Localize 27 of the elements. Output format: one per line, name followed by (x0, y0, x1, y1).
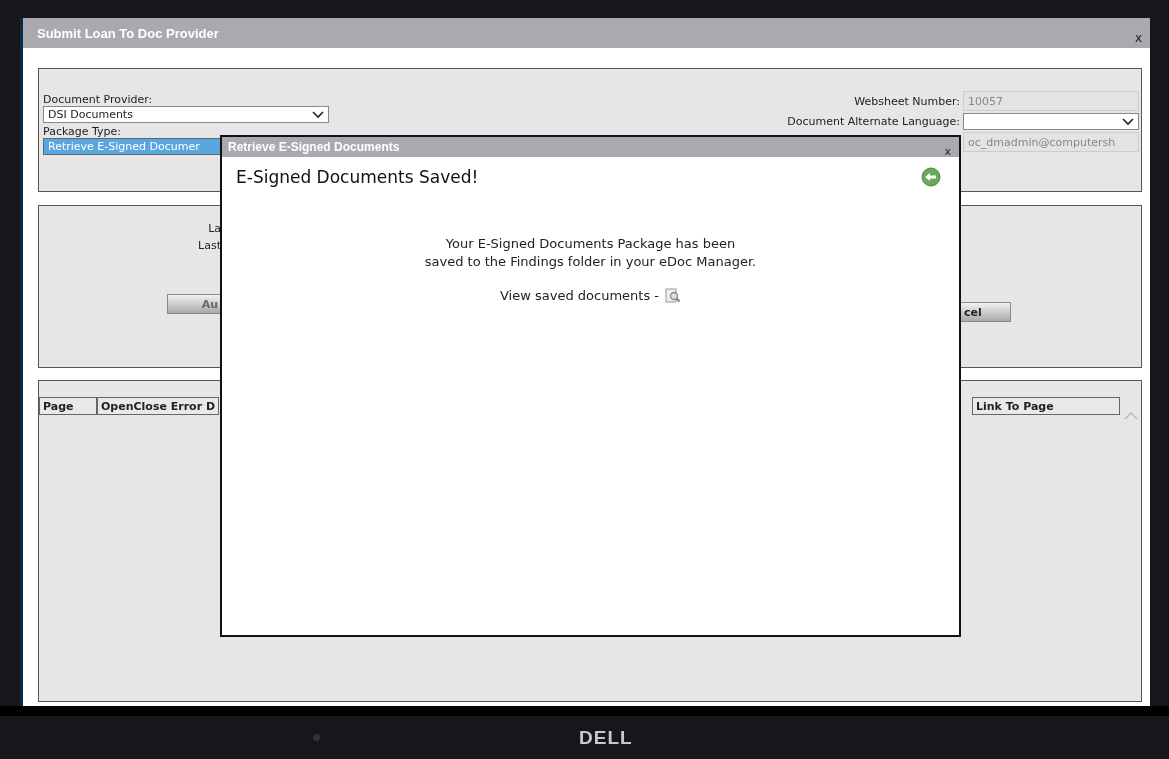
column-header: Link To Page (972, 397, 1120, 415)
column-header: Page (39, 397, 97, 415)
email-field: oc_dmadmin@computersh (963, 132, 1139, 152)
chevron-down-icon (312, 110, 324, 119)
status-label: La (208, 222, 221, 235)
message-text: Your E-Signed Documents Package has been (445, 235, 736, 253)
view-documents-text: View saved documents - (500, 287, 659, 305)
close-button[interactable]: x (944, 144, 951, 158)
chevron-down-icon (1122, 117, 1134, 126)
language-dropdown[interactable] (963, 113, 1139, 130)
window-title: Submit Loan To Doc Provider (37, 25, 219, 41)
dialog-title: Retrieve E-Signed Documents (228, 140, 400, 154)
field-label: Document Provider: (43, 93, 154, 106)
close-button[interactable]: x (1134, 31, 1142, 45)
document-magnifier-icon[interactable] (665, 288, 681, 304)
column-header: OpenClose Error D (97, 397, 220, 415)
dialog-heading: E-Signed Documents Saved! (236, 167, 479, 187)
brand-logo: DELL (579, 726, 633, 749)
camera-dot (313, 734, 320, 741)
websheet-number-field: 10057 (963, 91, 1139, 111)
provider-dropdown[interactable]: DSI Documents (43, 106, 329, 123)
field-label: Websheet Number: (853, 94, 960, 108)
message-text: saved to the Findings folder in your eDoc Manager. (424, 253, 757, 271)
cancel-button[interactable]: cel (961, 302, 1011, 322)
field-label: Package Type: (43, 125, 123, 138)
status-label: Last (198, 239, 221, 252)
field-label: Document Alternate Language: (787, 115, 960, 128)
